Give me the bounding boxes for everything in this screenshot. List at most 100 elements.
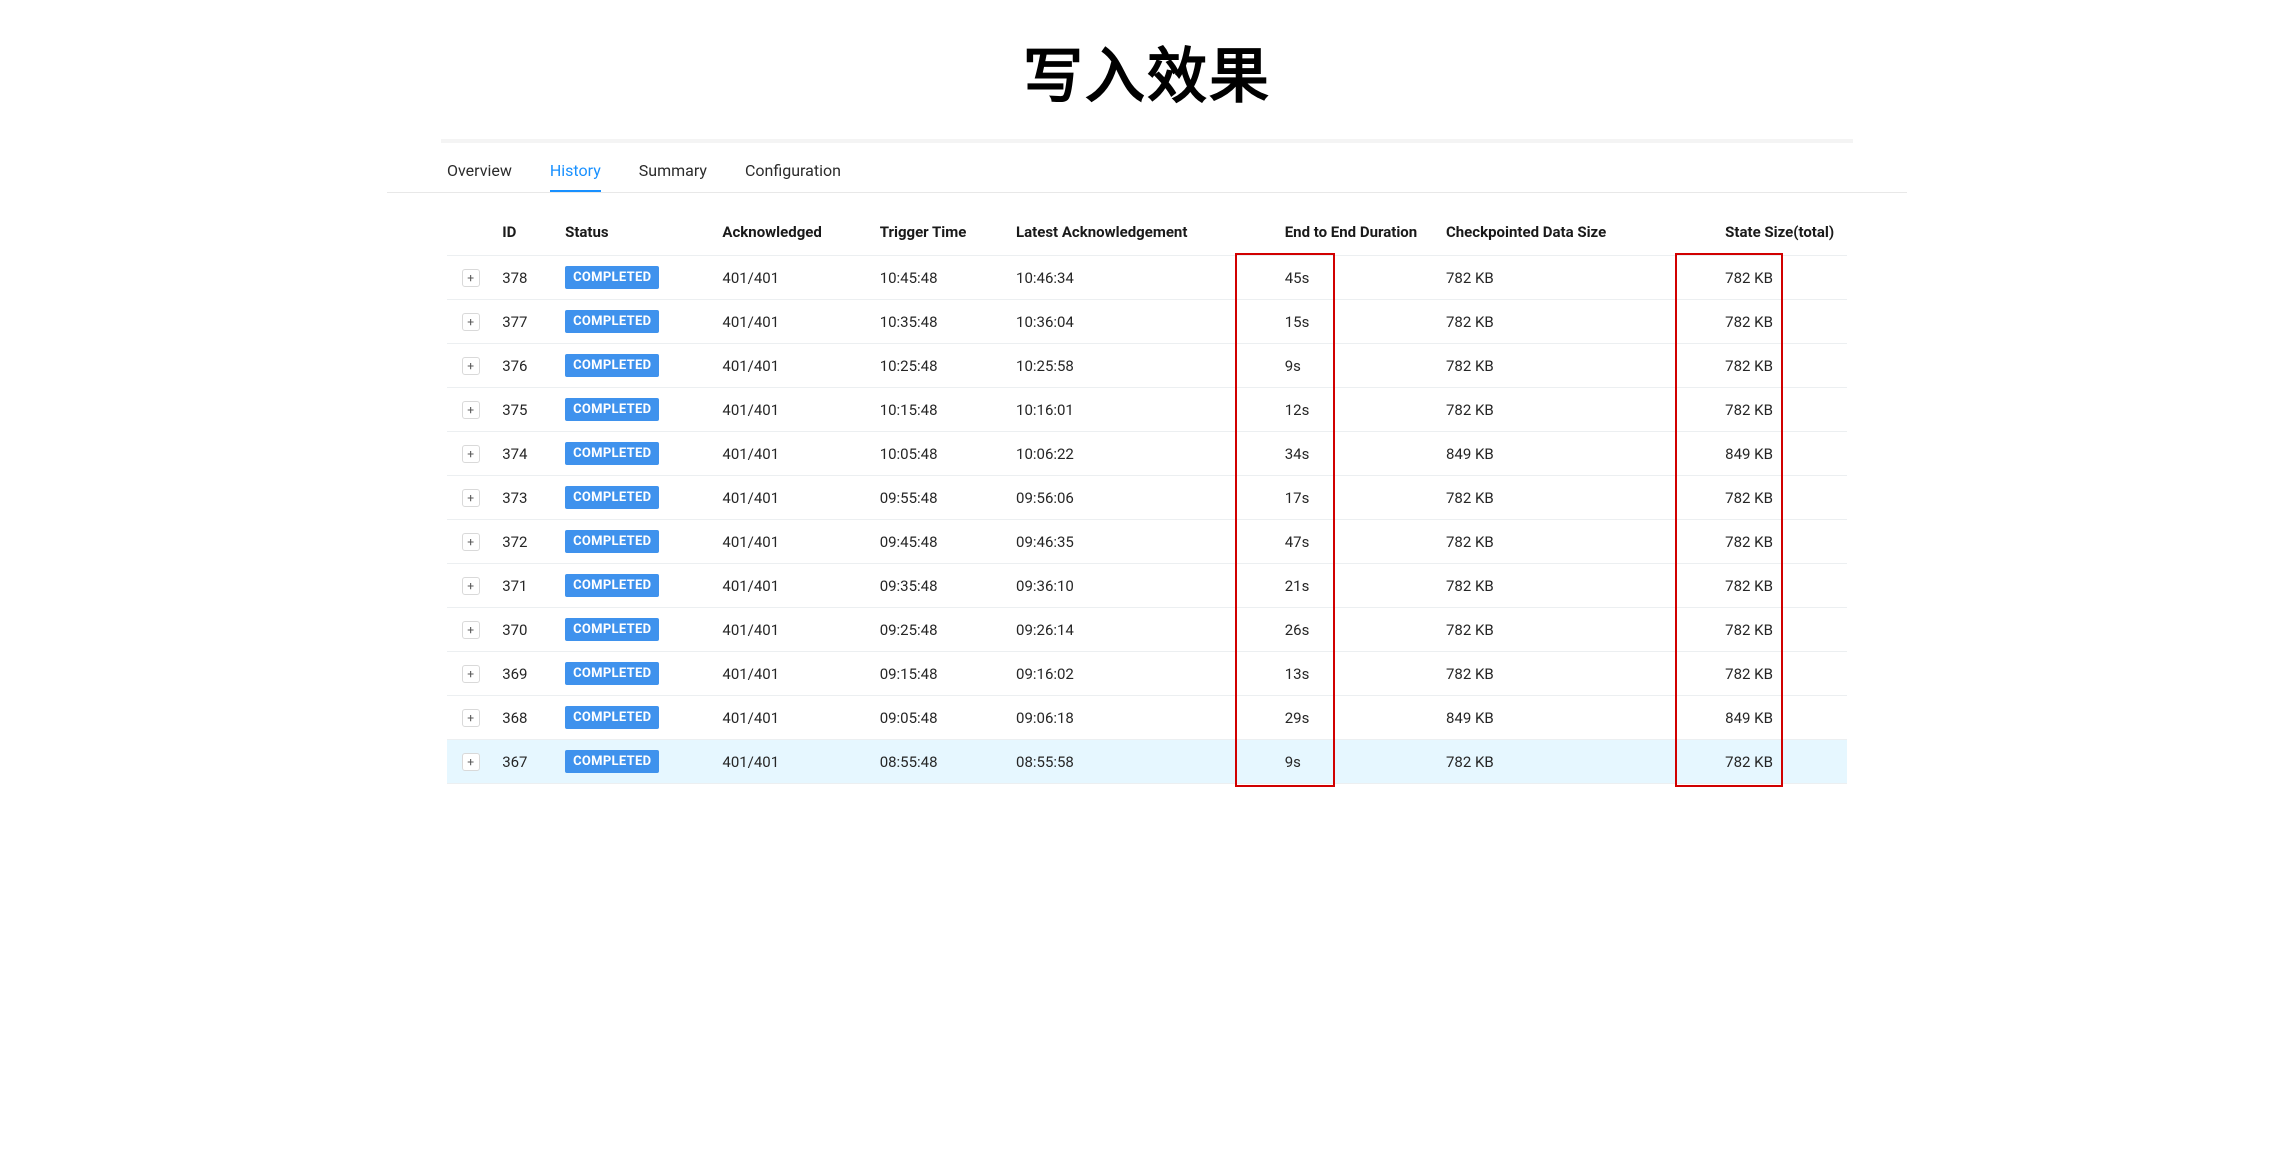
cell-trigger-time: 10:25:48 [872, 344, 1008, 388]
cell-acknowledged: 401/401 [714, 300, 871, 344]
cell-duration: 9s [1239, 344, 1438, 388]
cell-id: 367 [494, 740, 557, 784]
cell-checkpointed-data-size: 782 KB [1438, 652, 1679, 696]
table-row: +370COMPLETED401/40109:25:4809:26:1426s7… [447, 608, 1847, 652]
cell-duration: 15s [1239, 300, 1438, 344]
cell-acknowledged: 401/401 [714, 520, 871, 564]
cell-trigger-time: 09:35:48 [872, 564, 1008, 608]
col-trigger-time: Trigger Time [872, 211, 1008, 256]
cell-checkpointed-data-size: 782 KB [1438, 608, 1679, 652]
cell-acknowledged: 401/401 [714, 388, 871, 432]
cell-latest-ack: 09:36:10 [1008, 564, 1239, 608]
tab-summary[interactable]: Summary [639, 153, 707, 192]
cell-checkpointed-data-size: 849 KB [1438, 432, 1679, 476]
tab-label: Overview [447, 161, 512, 180]
cell-id: 374 [494, 432, 557, 476]
cell-state-size: 782 KB [1679, 608, 1847, 652]
tab-label: Summary [639, 161, 707, 180]
cell-state-size: 782 KB [1679, 520, 1847, 564]
table-row: +374COMPLETED401/40110:05:4810:06:2234s8… [447, 432, 1847, 476]
cell-state-size: 782 KB [1679, 740, 1847, 784]
status-badge: COMPLETED [565, 750, 659, 773]
cell-trigger-time: 10:15:48 [872, 388, 1008, 432]
cell-acknowledged: 401/401 [714, 344, 871, 388]
cell-duration: 26s [1239, 608, 1438, 652]
cell-status: COMPLETED [557, 696, 714, 740]
col-checkpointed-data-size: Checkpointed Data Size [1438, 211, 1679, 256]
table-header-row: ID Status Acknowledged Trigger Time Late… [447, 211, 1847, 256]
status-badge: COMPLETED [565, 266, 659, 289]
cell-id: 376 [494, 344, 557, 388]
cell-trigger-time: 10:35:48 [872, 300, 1008, 344]
tab-label: Configuration [745, 161, 841, 180]
status-badge: COMPLETED [565, 486, 659, 509]
status-badge: COMPLETED [565, 706, 659, 729]
table-row: +376COMPLETED401/40110:25:4810:25:589s78… [447, 344, 1847, 388]
cell-state-size: 782 KB [1679, 564, 1847, 608]
cell-duration: 13s [1239, 652, 1438, 696]
expand-row-button[interactable]: + [462, 709, 480, 727]
cell-checkpointed-data-size: 782 KB [1438, 740, 1679, 784]
table-row: +372COMPLETED401/40109:45:4809:46:3547s7… [447, 520, 1847, 564]
table-row: +371COMPLETED401/40109:35:4809:36:1021s7… [447, 564, 1847, 608]
status-badge: COMPLETED [565, 398, 659, 421]
table-row: +378COMPLETED401/40110:45:4810:46:3445s7… [447, 256, 1847, 300]
cell-state-size: 782 KB [1679, 652, 1847, 696]
expand-row-button[interactable]: + [462, 269, 480, 287]
cell-duration: 17s [1239, 476, 1438, 520]
cell-id: 371 [494, 564, 557, 608]
expand-row-button[interactable]: + [462, 533, 480, 551]
cell-latest-ack: 10:06:22 [1008, 432, 1239, 476]
cell-latest-ack: 09:16:02 [1008, 652, 1239, 696]
expand-row-button[interactable]: + [462, 621, 480, 639]
cell-acknowledged: 401/401 [714, 740, 871, 784]
cell-checkpointed-data-size: 782 KB [1438, 388, 1679, 432]
expand-row-button[interactable]: + [462, 313, 480, 331]
cell-status: COMPLETED [557, 608, 714, 652]
expand-row-button[interactable]: + [462, 445, 480, 463]
cell-checkpointed-data-size: 782 KB [1438, 520, 1679, 564]
cell-acknowledged: 401/401 [714, 476, 871, 520]
tab-overview[interactable]: Overview [447, 153, 512, 192]
cell-trigger-time: 09:25:48 [872, 608, 1008, 652]
col-expand [447, 211, 494, 256]
cell-duration: 29s [1239, 696, 1438, 740]
expand-row-button[interactable]: + [462, 357, 480, 375]
cell-latest-ack: 08:55:58 [1008, 740, 1239, 784]
cell-status: COMPLETED [557, 388, 714, 432]
cell-checkpointed-data-size: 782 KB [1438, 256, 1679, 300]
cell-latest-ack: 09:46:35 [1008, 520, 1239, 564]
cell-id: 373 [494, 476, 557, 520]
cell-id: 368 [494, 696, 557, 740]
cell-status: COMPLETED [557, 476, 714, 520]
col-duration: End to End Duration [1239, 211, 1438, 256]
table-row: +375COMPLETED401/40110:15:4810:16:0112s7… [447, 388, 1847, 432]
table-row: +367COMPLETED401/40108:55:4808:55:589s78… [447, 740, 1847, 784]
cell-id: 377 [494, 300, 557, 344]
cell-trigger-time: 10:45:48 [872, 256, 1008, 300]
cell-id: 372 [494, 520, 557, 564]
status-badge: COMPLETED [565, 310, 659, 333]
expand-row-button[interactable]: + [462, 753, 480, 771]
cell-acknowledged: 401/401 [714, 652, 871, 696]
cell-status: COMPLETED [557, 300, 714, 344]
cell-status: COMPLETED [557, 432, 714, 476]
tab-configuration[interactable]: Configuration [745, 153, 841, 192]
cell-status: COMPLETED [557, 256, 714, 300]
expand-row-button[interactable]: + [462, 665, 480, 683]
tab-history[interactable]: History [550, 153, 601, 192]
table-row: +377COMPLETED401/40110:35:4810:36:0415s7… [447, 300, 1847, 344]
cell-acknowledged: 401/401 [714, 608, 871, 652]
cell-latest-ack: 09:56:06 [1008, 476, 1239, 520]
table-row: +369COMPLETED401/40109:15:4809:16:0213s7… [447, 652, 1847, 696]
cell-state-size: 782 KB [1679, 476, 1847, 520]
cell-latest-ack: 09:06:18 [1008, 696, 1239, 740]
cell-trigger-time: 10:05:48 [872, 432, 1008, 476]
cell-id: 369 [494, 652, 557, 696]
cell-state-size: 782 KB [1679, 300, 1847, 344]
cell-acknowledged: 401/401 [714, 432, 871, 476]
expand-row-button[interactable]: + [462, 401, 480, 419]
status-badge: COMPLETED [565, 574, 659, 597]
expand-row-button[interactable]: + [462, 577, 480, 595]
expand-row-button[interactable]: + [462, 489, 480, 507]
